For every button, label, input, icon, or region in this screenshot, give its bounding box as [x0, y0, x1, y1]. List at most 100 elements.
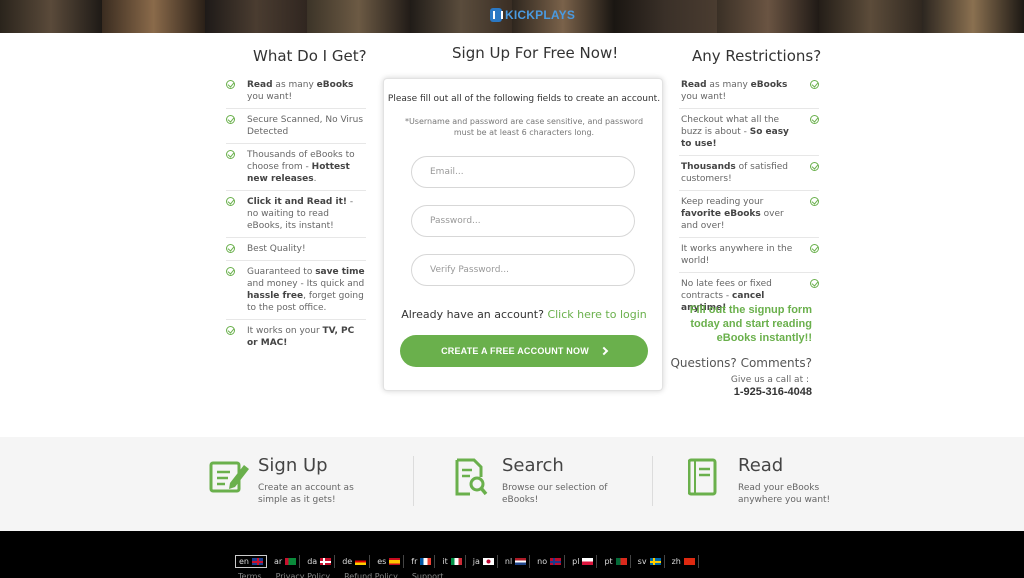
- list-item-text: Secure Scanned, No Virus Detected: [247, 115, 364, 137]
- language-pt[interactable]: pt: [601, 555, 631, 568]
- language-pl[interactable]: pl: [569, 555, 598, 568]
- list-item-text: Thousands of eBooks to choose from - Hot…: [247, 150, 355, 184]
- language-en[interactable]: en: [235, 555, 267, 568]
- flag-icon: [420, 558, 432, 565]
- language-it[interactable]: it: [439, 555, 466, 568]
- brand-name: KICKPLAYS: [505, 8, 576, 22]
- flag-icon: [649, 558, 661, 565]
- list-item: It works anywhere in the world!: [679, 238, 819, 273]
- benefits-list: Read as many eBooks you want! Secure Scan…: [226, 74, 366, 354]
- footer-links: Terms Privacy Policy Refund Policy Support: [238, 572, 443, 578]
- login-link[interactable]: Click here to login: [547, 308, 646, 321]
- footer-link[interactable]: Refund Policy: [344, 572, 398, 578]
- divider: [413, 456, 414, 506]
- language-nl[interactable]: nl: [502, 555, 531, 568]
- call-us-label: Give us a call at :: [730, 375, 809, 385]
- sign-up-icon: [208, 457, 252, 497]
- language-ja[interactable]: ja: [470, 555, 498, 568]
- check-circle-icon: [810, 162, 819, 171]
- check-circle-icon: [810, 80, 819, 89]
- steps-section: Sign Up Create an account as simple as i…: [0, 437, 1024, 531]
- language-selector: en ar da de es fr it ja nl no pl pt sv zh: [235, 555, 699, 568]
- language-sv[interactable]: sv: [635, 555, 665, 568]
- footer: en ar da de es fr it ja nl no pl pt sv zh Terms Privac…: [0, 531, 1024, 578]
- footer-link[interactable]: Privacy Policy: [276, 572, 331, 578]
- list-item-text: Click it and Read it! - no waiting to re…: [247, 197, 354, 231]
- form-intro: Please fill out all of the following fie…: [387, 94, 661, 104]
- list-item-text: Guaranteed to save time and money - Its …: [247, 267, 365, 313]
- email-field[interactable]: [411, 156, 635, 188]
- restrictions-list: Read as many eBooks you want! Checkout wh…: [679, 74, 819, 319]
- step-title: Sign Up: [258, 455, 328, 476]
- flag-icon: [550, 558, 562, 565]
- brand-logo[interactable]: KICKPLAYS: [490, 8, 575, 22]
- phone-number[interactable]: 1-925-316-4048: [662, 386, 812, 398]
- promo-text: Fill out the signup form today and start…: [689, 304, 812, 344]
- list-item: Thousands of satisfied customers!: [679, 156, 819, 191]
- check-circle-icon: [810, 244, 819, 253]
- search-document-icon: [452, 457, 496, 497]
- check-circle-icon: [226, 80, 235, 89]
- language-de[interactable]: de: [339, 555, 371, 568]
- list-item: It works on your TV, PC or MAC!: [226, 320, 366, 354]
- list-item: Best Quality!: [226, 238, 366, 261]
- flag-icon: [320, 558, 332, 565]
- right-column-title: Any Restrictions?: [692, 47, 822, 65]
- language-no[interactable]: no: [534, 555, 566, 568]
- list-item-text: Checkout what all the buzz is about - So…: [681, 115, 789, 149]
- login-prompt-line: Already have an account? Click here to l…: [384, 308, 664, 321]
- check-circle-icon: [810, 279, 819, 288]
- step-description: Read your eBooks anywhere you want!: [738, 483, 831, 505]
- step-title: Read: [738, 455, 784, 476]
- language-da[interactable]: da: [304, 555, 336, 568]
- list-item-text: Best Quality!: [247, 244, 306, 254]
- check-circle-icon: [226, 150, 235, 159]
- check-circle-icon: [226, 267, 235, 276]
- flag-icon: [615, 558, 627, 565]
- check-circle-icon: [810, 115, 819, 124]
- logo-icon: [490, 8, 503, 22]
- book-icon: [687, 457, 732, 497]
- create-account-button[interactable]: CREATE A FREE ACCOUNT NOW: [400, 335, 648, 367]
- check-circle-icon: [226, 197, 235, 206]
- flag-icon: [582, 558, 594, 565]
- flag-icon: [450, 558, 462, 565]
- check-circle-icon: [226, 244, 235, 253]
- language-zh[interactable]: zh: [669, 555, 699, 568]
- footer-link[interactable]: Terms: [238, 572, 262, 578]
- check-circle-icon: [226, 326, 235, 335]
- flag-icon: [482, 558, 494, 565]
- flag-icon: [285, 558, 297, 565]
- list-item-text: Read as many eBooks you want!: [247, 80, 354, 102]
- check-circle-icon: [810, 197, 819, 206]
- chevron-right-icon: [599, 346, 609, 356]
- flag-icon: [355, 558, 367, 565]
- login-prompt: Already have an account?: [401, 308, 544, 321]
- step-title: Search: [502, 455, 564, 476]
- step-description: Browse our selection of eBooks!: [502, 483, 608, 505]
- list-item-text: It works on your TV, PC or MAC!: [247, 326, 355, 348]
- verify-password-field[interactable]: [411, 254, 635, 286]
- list-item: Secure Scanned, No Virus Detected: [226, 109, 366, 144]
- step-description: Create an account as simple as it gets!: [258, 483, 354, 505]
- flag-icon: [389, 558, 401, 565]
- form-title: Sign Up For Free Now!: [452, 44, 619, 62]
- list-item: Checkout what all the buzz is about - So…: [679, 109, 819, 156]
- questions-heading: Questions? Comments?: [670, 356, 812, 370]
- left-column-title: What Do I Get?: [253, 47, 367, 65]
- list-item-text: It works anywhere in the world!: [681, 244, 793, 266]
- list-item: Click it and Read it! - no waiting to re…: [226, 191, 366, 238]
- form-note: *Username and password are case sensitiv…: [404, 117, 644, 137]
- language-fr[interactable]: fr: [408, 555, 436, 568]
- list-item: Read as many eBooks you want!: [679, 74, 819, 109]
- password-field[interactable]: [411, 205, 635, 237]
- list-item: Thousands of eBooks to choose from - Hot…: [226, 144, 366, 191]
- flag-icon: [515, 558, 527, 565]
- list-item: Read as many eBooks you want!: [226, 74, 366, 109]
- list-item-text: Read as many eBooks you want!: [681, 80, 788, 102]
- footer-link[interactable]: Support: [412, 572, 444, 578]
- check-circle-icon: [226, 115, 235, 124]
- language-es[interactable]: es: [374, 555, 405, 568]
- flag-icon: [683, 558, 695, 565]
- language-ar[interactable]: ar: [271, 555, 301, 568]
